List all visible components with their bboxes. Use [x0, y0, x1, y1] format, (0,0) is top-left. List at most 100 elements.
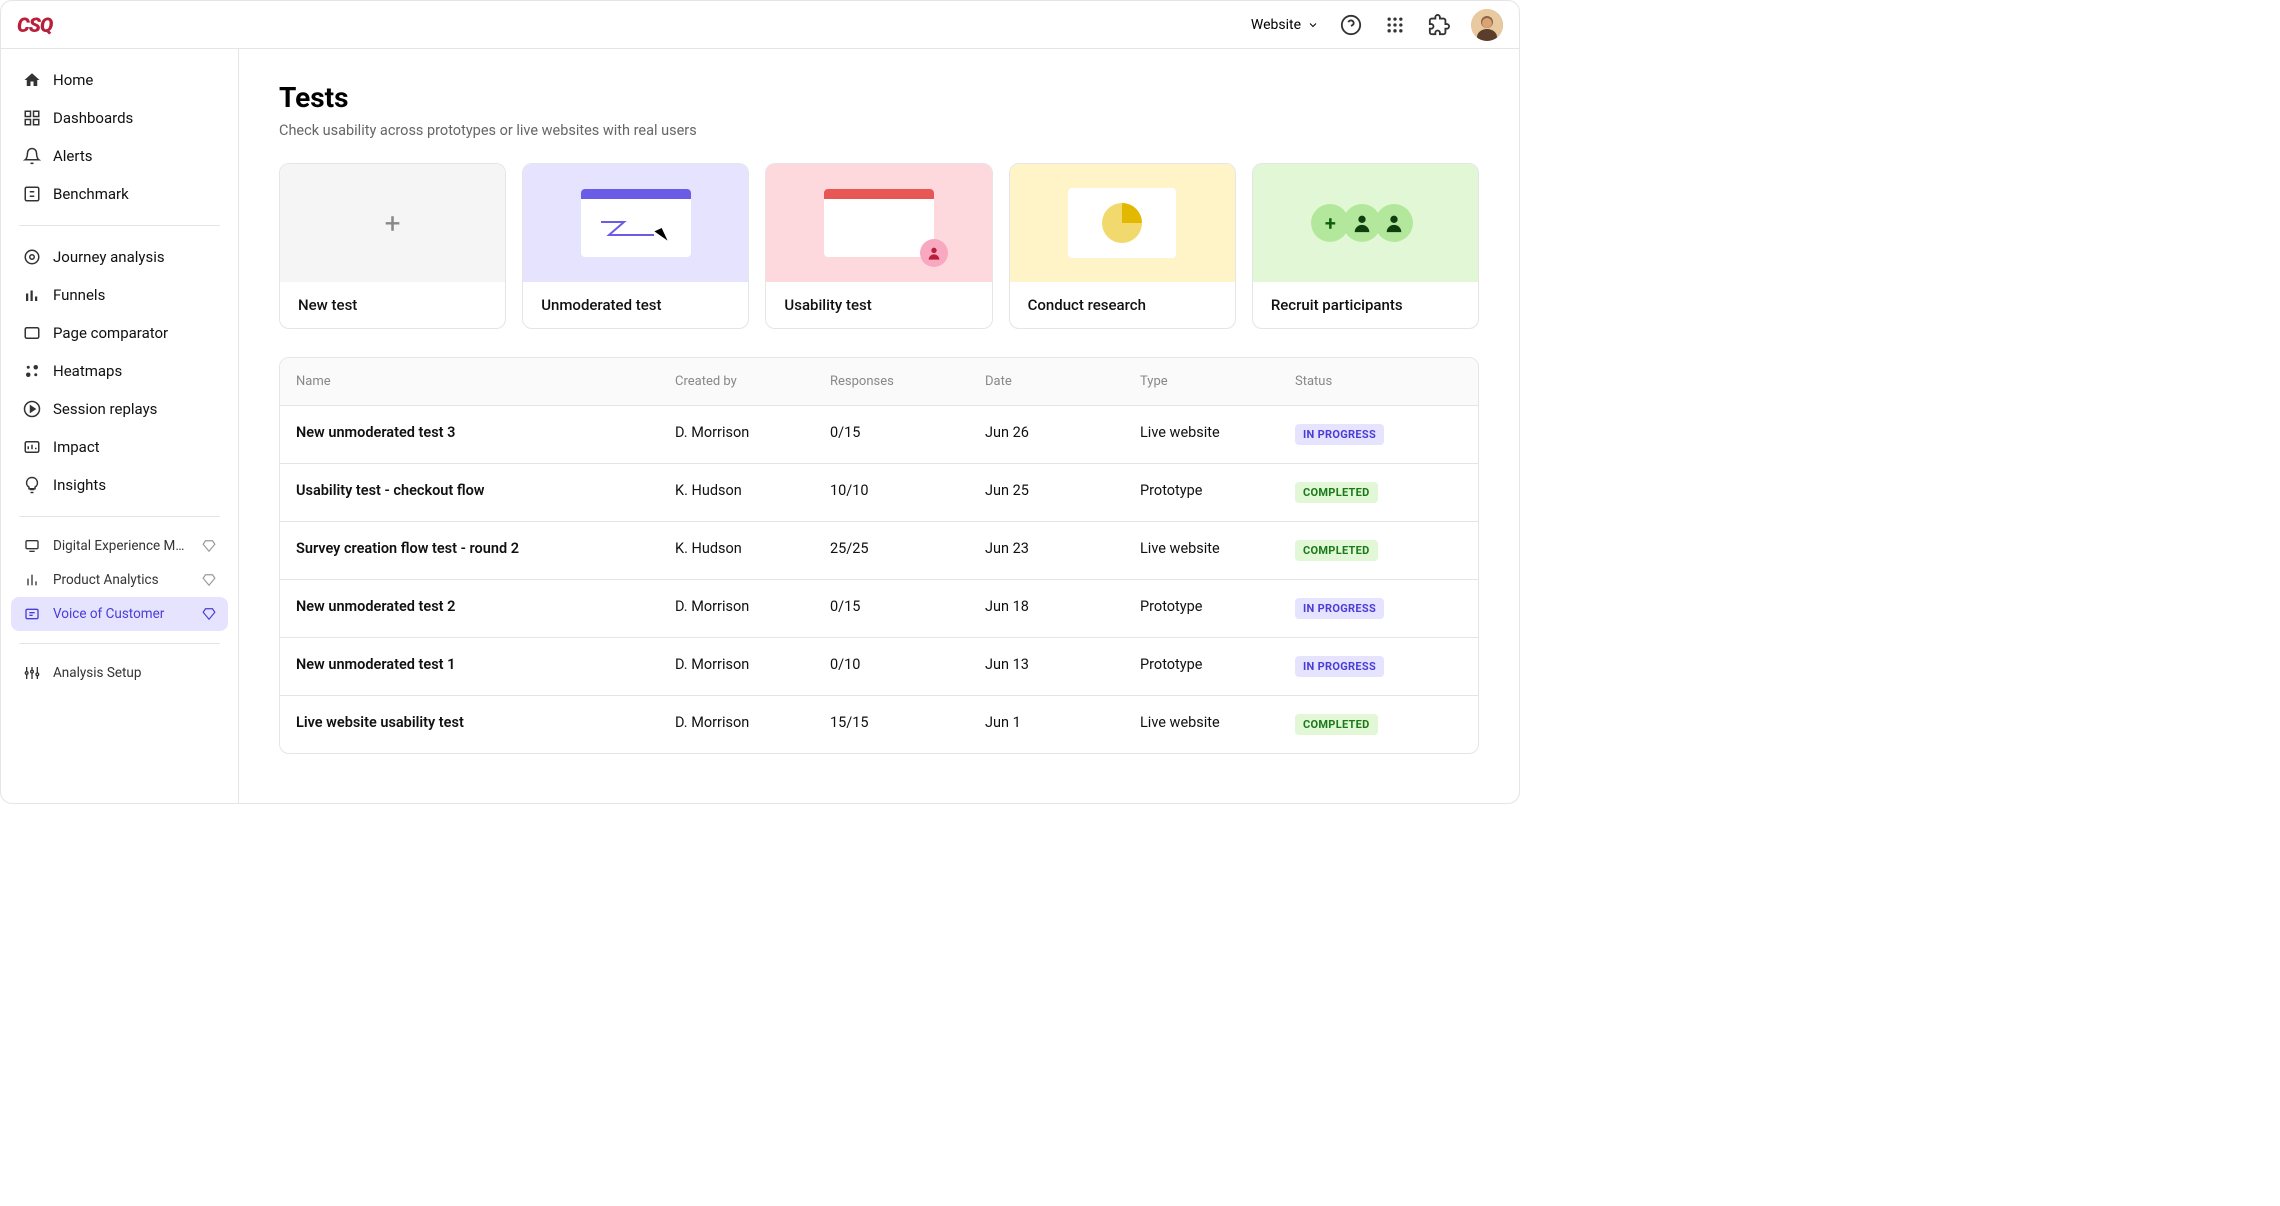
- card-usability-test[interactable]: Usability test: [765, 163, 992, 329]
- card-recruit-participants[interactable]: + Recruit participants: [1252, 163, 1479, 329]
- cell-responses: 15/15: [830, 714, 985, 735]
- cell-type: Prototype: [1140, 482, 1295, 503]
- chevron-down-icon: [1307, 19, 1319, 31]
- sidebar-item-home[interactable]: Home: [11, 61, 228, 99]
- cell-type: Live website: [1140, 714, 1295, 735]
- status-badge: IN PROGRESS: [1295, 656, 1384, 677]
- status-badge: IN PROGRESS: [1295, 598, 1384, 619]
- sidebar-item-heatmaps[interactable]: Heatmaps: [11, 352, 228, 390]
- card-label: Recruit participants: [1253, 282, 1478, 328]
- cell-creator: D. Morrison: [675, 656, 830, 677]
- sidebar-item-label: Analysis Setup: [53, 665, 216, 681]
- help-icon: [1340, 14, 1362, 36]
- sliders-icon: [23, 664, 41, 682]
- table-row[interactable]: Usability test - checkout flowK. Hudson1…: [280, 464, 1478, 522]
- sidebar-item-label: Digital Experience Monitor...: [53, 538, 190, 554]
- sidebar-item-label: Heatmaps: [53, 362, 216, 380]
- template-cards: + New test Unmoderated test: [279, 163, 1479, 329]
- logo: CSQ: [17, 13, 52, 37]
- nav-divider: [19, 225, 220, 226]
- sidebar-item-voc[interactable]: Voice of Customer: [11, 597, 228, 631]
- mini-window-illustration: [824, 189, 934, 257]
- sidebar: Home Dashboards Alerts Benchmark: [1, 49, 239, 803]
- cell-date: Jun 23: [985, 540, 1140, 561]
- sidebar-item-impact[interactable]: Impact: [11, 428, 228, 466]
- cell-status: IN PROGRESS: [1295, 598, 1478, 619]
- nav-divider: [19, 643, 220, 644]
- table-row[interactable]: New unmoderated test 3D. Morrison0/15Jun…: [280, 406, 1478, 464]
- cell-responses: 0/15: [830, 424, 985, 445]
- sidebar-item-session-replays[interactable]: Session replays: [11, 390, 228, 428]
- cell-creator: D. Morrison: [675, 424, 830, 445]
- diamond-icon: [202, 607, 216, 621]
- diamond-icon: [202, 573, 216, 587]
- help-button[interactable]: [1339, 13, 1363, 37]
- cell-type: Prototype: [1140, 598, 1295, 619]
- extensions-button[interactable]: [1427, 13, 1451, 37]
- analytics-icon: [23, 571, 41, 589]
- table-row[interactable]: Live website usability testD. Morrison15…: [280, 696, 1478, 753]
- cell-status: COMPLETED: [1295, 482, 1478, 503]
- benchmark-icon: [23, 185, 41, 203]
- card-conduct-research[interactable]: Conduct research: [1009, 163, 1236, 329]
- cell-responses: 0/10: [830, 656, 985, 677]
- sidebar-item-label: Dashboards: [53, 109, 216, 127]
- sidebar-item-label: Benchmark: [53, 185, 216, 203]
- table-row[interactable]: New unmoderated test 2D. Morrison0/15Jun…: [280, 580, 1478, 638]
- card-unmoderated-test[interactable]: Unmoderated test: [522, 163, 749, 329]
- nav-divider: [19, 516, 220, 517]
- cell-date: Jun 1: [985, 714, 1140, 735]
- cell-creator: D. Morrison: [675, 598, 830, 619]
- sidebar-item-label: Funnels: [53, 286, 216, 304]
- sidebar-item-dem[interactable]: Digital Experience Monitor...: [11, 529, 228, 563]
- cell-type: Prototype: [1140, 656, 1295, 677]
- bell-icon: [23, 147, 41, 165]
- voc-icon: [23, 605, 41, 623]
- diamond-icon: [202, 539, 216, 553]
- cell-responses: 0/15: [830, 598, 985, 619]
- sidebar-item-page-comparator[interactable]: Page comparator: [11, 314, 228, 352]
- impact-icon: [23, 438, 41, 456]
- sidebar-item-label: Insights: [53, 476, 216, 494]
- compare-icon: [23, 324, 41, 342]
- column-header-responses: Responses: [830, 374, 985, 389]
- status-badge: COMPLETED: [1295, 482, 1378, 503]
- sidebar-item-journey[interactable]: Journey analysis: [11, 238, 228, 276]
- sidebar-item-funnels[interactable]: Funnels: [11, 276, 228, 314]
- dashboard-icon: [23, 109, 41, 127]
- table-row[interactable]: Survey creation flow test - round 2K. Hu…: [280, 522, 1478, 580]
- sidebar-item-alerts[interactable]: Alerts: [11, 137, 228, 175]
- column-header-name: Name: [280, 374, 675, 389]
- sidebar-item-label: Session replays: [53, 400, 216, 418]
- cell-date: Jun 25: [985, 482, 1140, 503]
- cell-status: COMPLETED: [1295, 540, 1478, 561]
- cell-name: New unmoderated test 3: [280, 424, 675, 445]
- cell-name: Live website usability test: [280, 714, 675, 735]
- sidebar-item-label: Journey analysis: [53, 248, 216, 266]
- table-row[interactable]: New unmoderated test 1D. Morrison0/10Jun…: [280, 638, 1478, 696]
- plus-icon: +: [385, 207, 401, 240]
- user-avatar[interactable]: [1471, 9, 1503, 41]
- column-header-creator: Created by: [675, 374, 830, 389]
- sidebar-item-insights[interactable]: Insights: [11, 466, 228, 504]
- sidebar-item-analysis-setup[interactable]: Analysis Setup: [11, 656, 228, 690]
- bulb-icon: [23, 476, 41, 494]
- cell-responses: 25/25: [830, 540, 985, 561]
- people-illustration: +: [1317, 204, 1413, 242]
- cell-type: Live website: [1140, 540, 1295, 561]
- sidebar-item-product-analytics[interactable]: Product Analytics: [11, 563, 228, 597]
- status-badge: COMPLETED: [1295, 714, 1378, 735]
- column-header-type: Type: [1140, 374, 1295, 389]
- card-new-test[interactable]: + New test: [279, 163, 506, 329]
- card-label: New test: [280, 282, 505, 328]
- workspace-dropdown[interactable]: Website: [1251, 17, 1319, 33]
- page-subtitle: Check usability across prototypes or liv…: [279, 122, 1479, 139]
- cell-creator: K. Hudson: [675, 482, 830, 503]
- cell-name: Usability test - checkout flow: [280, 482, 675, 503]
- card-label: Unmoderated test: [523, 282, 748, 328]
- person-icon: [1375, 204, 1413, 242]
- sidebar-item-dashboards[interactable]: Dashboards: [11, 99, 228, 137]
- sidebar-item-benchmark[interactable]: Benchmark: [11, 175, 228, 213]
- status-badge: COMPLETED: [1295, 540, 1378, 561]
- apps-button[interactable]: [1383, 13, 1407, 37]
